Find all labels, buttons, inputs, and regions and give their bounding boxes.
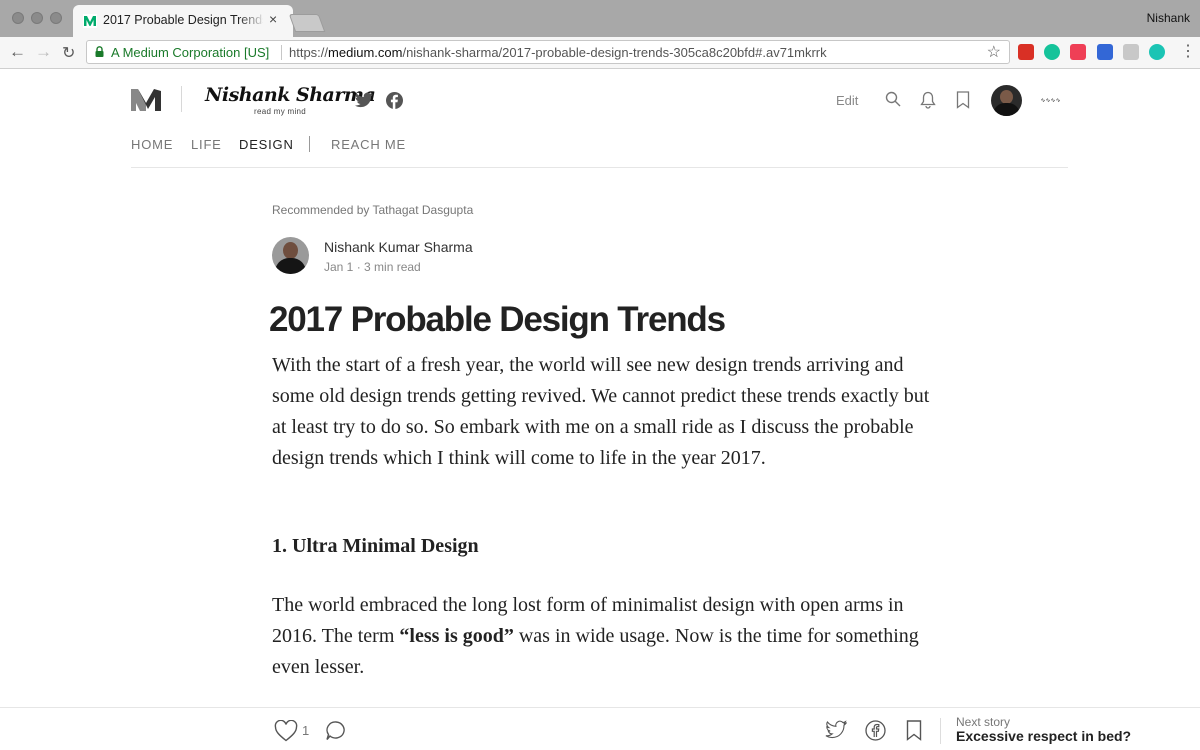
article-title: 2017 Probable Design Trends: [269, 300, 726, 339]
browser-title-bar: 2017 Probable Design Trends × Nishank: [0, 0, 1200, 37]
bookmark-star-icon[interactable]: ☆: [987, 42, 1001, 62]
new-tab-button[interactable]: [288, 14, 326, 32]
user-avatar-face: [1000, 90, 1013, 104]
section-heading: 1. Ultra Minimal Design: [272, 535, 479, 557]
maximize-window-button[interactable]: [50, 12, 62, 24]
url-host: medium.com: [328, 45, 403, 60]
user-avatar[interactable]: [991, 85, 1022, 116]
medium-logo-icon[interactable]: [131, 87, 161, 111]
grammarly-extension-icon[interactable]: [1044, 44, 1060, 60]
lock-icon: [95, 46, 104, 57]
bookmarks-icon[interactable]: [956, 91, 970, 109]
profile-name[interactable]: Nishank: [1147, 11, 1190, 25]
article-meta: Jan 1 · 3 min read: [324, 260, 421, 274]
article-action-bar: 1 Next story Excessive respect in bed?: [0, 707, 1200, 750]
nav-item-life[interactable]: LIFE: [191, 137, 222, 152]
pocket-extension-icon[interactable]: [1070, 44, 1086, 60]
section-paragraph: The world embraced the long lost form of…: [272, 590, 932, 683]
secure-origin-label: A Medium Corporation [US]: [111, 45, 270, 60]
publication-name[interactable]: Nishank Sharma: [205, 84, 376, 106]
browser-toolbar: ← → ↻ A Medium Corporation [US] https://…: [0, 37, 1200, 69]
minimize-window-button[interactable]: [31, 12, 43, 24]
recommend-count[interactable]: 1: [302, 723, 309, 738]
user-avatar-shirt: [993, 103, 1020, 116]
search-icon[interactable]: [885, 91, 901, 107]
heart-recommend-icon[interactable]: [274, 720, 298, 742]
author-avatar-face: [283, 242, 298, 259]
intro-paragraph: With the start of a fresh year, the worl…: [272, 354, 930, 469]
address-bar[interactable]: A Medium Corporation [US] https://medium…: [86, 40, 1010, 64]
tab-fade: [238, 9, 266, 31]
next-story-label: Next story: [956, 715, 1011, 729]
read-time: 3 min read: [364, 260, 421, 274]
edit-button[interactable]: Edit: [836, 93, 858, 108]
header-divider: [131, 167, 1068, 168]
author-avatar[interactable]: [272, 237, 309, 274]
forward-arrow-icon[interactable]: →: [35, 42, 52, 62]
nav-item-home[interactable]: HOME: [131, 137, 173, 152]
browser-menu-icon[interactable]: ⋮: [1180, 41, 1196, 61]
recommended-by[interactable]: Recommended by Tathagat Dasgupta: [272, 203, 473, 217]
twitter-icon[interactable]: [355, 92, 373, 108]
publication-signature-logo[interactable]: ∿∿∿∿: [1040, 97, 1060, 104]
medium-favicon-icon: [83, 14, 97, 28]
nav-divider: [309, 136, 310, 152]
url-text[interactable]: https://medium.com/nishank-sharma/2017-p…: [289, 45, 827, 60]
action-bar-divider: [940, 718, 941, 744]
author-avatar-shirt: [275, 258, 306, 274]
brand-divider: [181, 86, 182, 112]
tab-close-icon[interactable]: ×: [269, 11, 277, 27]
browser-tab[interactable]: 2017 Probable Design Trends ×: [73, 5, 293, 37]
share-twitter-icon[interactable]: [825, 720, 847, 740]
publication-tagline: read my mind: [254, 107, 307, 116]
mercury-extension-icon[interactable]: [1149, 44, 1165, 60]
bookmark-story-icon[interactable]: [906, 720, 922, 741]
nav-item-design[interactable]: DESIGN: [239, 137, 294, 152]
reload-icon[interactable]: ↻: [62, 43, 75, 63]
response-comment-icon[interactable]: [325, 720, 347, 742]
evernote-extension-icon[interactable]: [1123, 44, 1139, 60]
back-arrow-icon[interactable]: ←: [9, 42, 26, 62]
author-name[interactable]: Nishank Kumar Sharma: [324, 239, 473, 255]
close-window-button[interactable]: [12, 12, 24, 24]
share-facebook-icon[interactable]: [865, 720, 886, 741]
notifications-bell-icon[interactable]: [920, 91, 936, 109]
next-story-title[interactable]: Excessive respect in bed?: [956, 728, 1131, 744]
bookmark-extension-icon[interactable]: [1097, 44, 1113, 60]
bold-quote: “less is good”: [399, 625, 514, 647]
readwise-extension-icon[interactable]: [1018, 44, 1034, 60]
facebook-icon[interactable]: [386, 92, 403, 109]
url-path: /nishank-sharma/2017-probable-design-tre…: [402, 45, 827, 60]
nav-item-reach-me[interactable]: REACH ME: [331, 137, 406, 152]
publish-date[interactable]: Jan 1: [324, 260, 353, 274]
url-scheme: https://: [289, 45, 329, 60]
address-separator: [281, 45, 282, 60]
